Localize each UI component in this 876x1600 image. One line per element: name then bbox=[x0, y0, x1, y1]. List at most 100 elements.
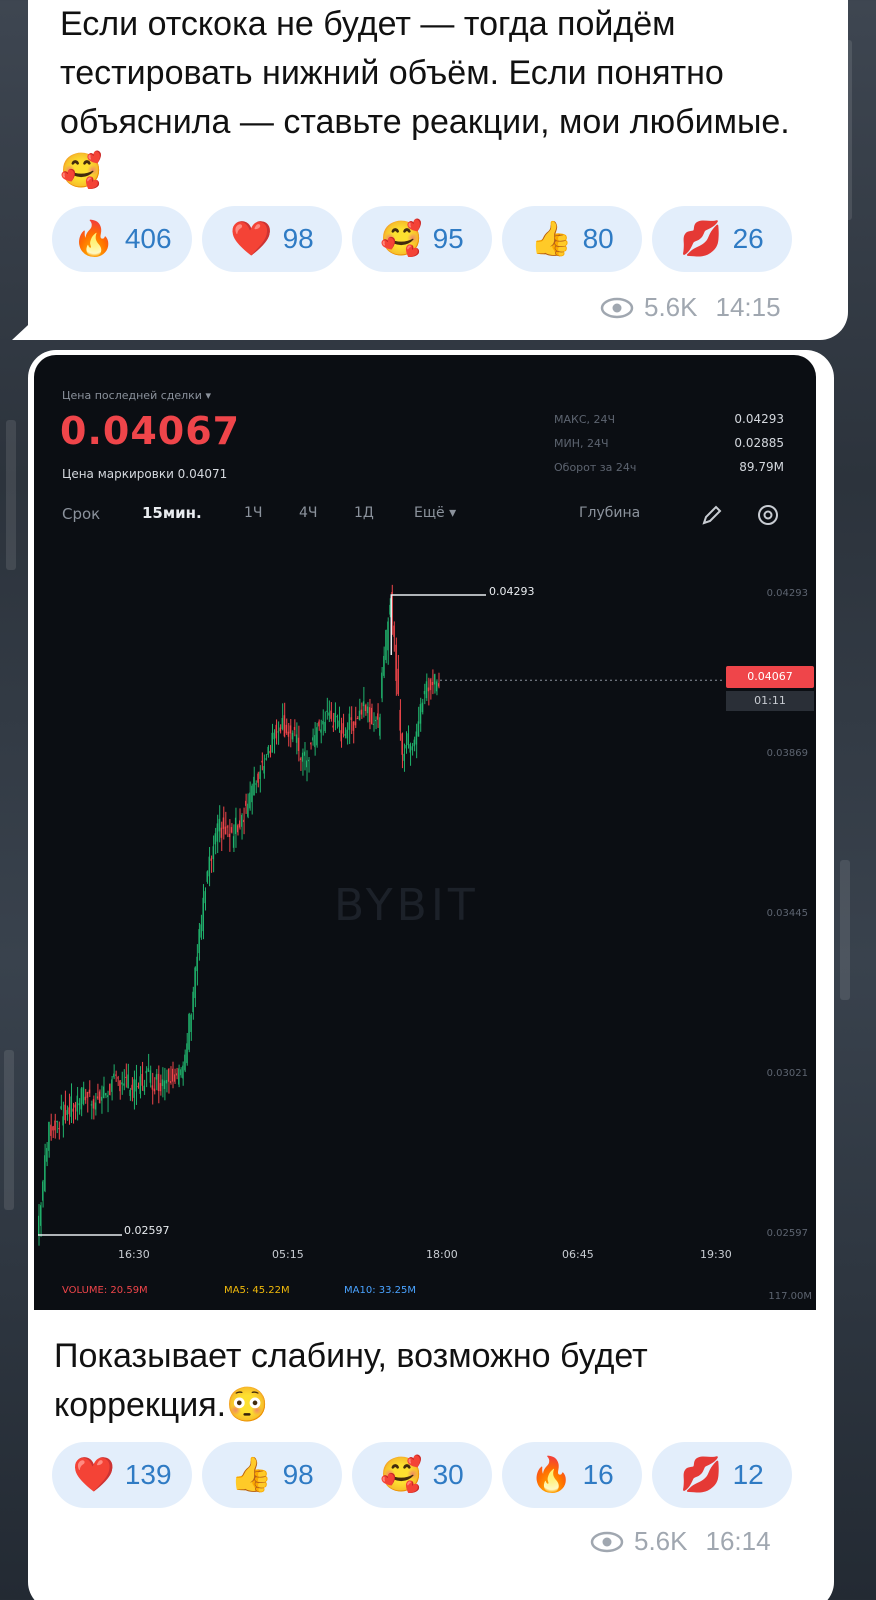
candle-body bbox=[165, 1079, 168, 1084]
candle-body bbox=[253, 776, 255, 796]
candle-body bbox=[70, 1096, 72, 1117]
reaction-fire[interactable]: 🔥 16 bbox=[502, 1442, 642, 1508]
stat-label: МИН, 24Ч bbox=[554, 437, 609, 450]
candle-body bbox=[289, 725, 292, 734]
chart-screenshot[interactable]: Цена последней сделки ▾ 0.04067 Цена мар… bbox=[34, 355, 816, 1310]
candle-body bbox=[119, 1080, 121, 1092]
candle-body bbox=[413, 739, 416, 747]
tab-4h[interactable]: 4Ч bbox=[299, 505, 318, 521]
depth-tab[interactable]: Глубина bbox=[579, 505, 640, 521]
reaction-heart[interactable]: ❤️ 139 bbox=[52, 1442, 192, 1508]
candle-body bbox=[356, 717, 359, 720]
candle-body bbox=[117, 1077, 119, 1079]
candle-body bbox=[100, 1096, 103, 1101]
candle-body bbox=[210, 858, 213, 861]
candle-body bbox=[80, 1088, 83, 1110]
candle-body bbox=[133, 1079, 135, 1098]
fire-icon: 🔥 bbox=[72, 219, 115, 259]
candle-body bbox=[145, 1070, 148, 1074]
candle-body bbox=[411, 746, 414, 751]
pencil-icon[interactable] bbox=[699, 502, 725, 528]
candle-body bbox=[265, 758, 267, 760]
message-2-text: Показывает слабину, возможно будет корре… bbox=[54, 1337, 648, 1424]
candle-body bbox=[68, 1107, 70, 1115]
candle-body bbox=[350, 717, 353, 720]
candle-body bbox=[176, 1073, 178, 1076]
settings-icon[interactable] bbox=[755, 502, 781, 528]
candle-body bbox=[202, 897, 204, 932]
reaction-thumbs-up[interactable]: 👍 80 bbox=[502, 206, 642, 272]
candle-body bbox=[107, 1095, 109, 1098]
candle-body bbox=[338, 720, 340, 727]
heart-icon: ❤️ bbox=[72, 1455, 115, 1495]
candle-body bbox=[415, 731, 418, 745]
candle-body bbox=[161, 1079, 164, 1087]
candle-body bbox=[76, 1095, 79, 1112]
reaction-heart[interactable]: ❤️ 98 bbox=[202, 206, 342, 272]
candle-body bbox=[192, 991, 194, 1013]
candle-body bbox=[129, 1089, 131, 1096]
candle-body bbox=[330, 710, 332, 719]
reaction-thumbs-up[interactable]: 👍 98 bbox=[202, 1442, 342, 1508]
candle-body bbox=[204, 891, 206, 904]
x-tick: 16:30 bbox=[118, 1248, 150, 1261]
candle-body bbox=[115, 1074, 117, 1076]
candle-body bbox=[261, 760, 263, 763]
reaction-fire[interactable]: 🔥 406 bbox=[52, 206, 192, 272]
candle-body bbox=[52, 1126, 54, 1131]
eye-icon bbox=[590, 1531, 624, 1552]
reaction-count: 406 bbox=[124, 223, 172, 254]
reaction-count: 98 bbox=[282, 1459, 314, 1490]
candle-body bbox=[344, 734, 347, 736]
candle-body bbox=[224, 826, 227, 835]
candle-body bbox=[137, 1085, 139, 1088]
background-decor bbox=[4, 1050, 14, 1210]
candle-body bbox=[287, 731, 290, 737]
tab-15min[interactable]: 15мин. bbox=[142, 504, 202, 522]
kiss-icon: 💋 bbox=[680, 1455, 723, 1495]
eye-icon bbox=[600, 297, 634, 318]
candle-body bbox=[368, 707, 371, 722]
y-tick: 0.03869 bbox=[766, 748, 808, 759]
candle-body bbox=[429, 679, 432, 691]
tab-more[interactable]: Ещё ▾ bbox=[414, 505, 456, 521]
candle-body bbox=[308, 759, 310, 762]
candle-body bbox=[320, 729, 322, 733]
view-count: 5.6K bbox=[634, 1526, 688, 1556]
candle-body bbox=[291, 732, 294, 740]
reaction-kiss[interactable]: 💋 12 bbox=[652, 1442, 792, 1508]
tab-1h[interactable]: 1Ч bbox=[244, 505, 263, 521]
candle-body bbox=[381, 672, 383, 699]
candle-body bbox=[200, 924, 202, 938]
candle-body bbox=[198, 929, 200, 954]
tab-1d[interactable]: 1Д bbox=[354, 505, 374, 521]
candle-body bbox=[241, 815, 243, 827]
candle-body bbox=[245, 800, 247, 806]
candle-body bbox=[109, 1083, 111, 1096]
candle-body bbox=[212, 846, 215, 860]
candle-body bbox=[318, 721, 320, 727]
candle-body bbox=[354, 721, 357, 726]
candle-body bbox=[157, 1073, 160, 1091]
reaction-smiling-hearts[interactable]: 🥰 30 bbox=[352, 1442, 492, 1508]
candle-body bbox=[389, 604, 391, 615]
reaction-kiss[interactable]: 💋 26 bbox=[652, 206, 792, 272]
background-decor bbox=[6, 420, 16, 570]
candle-body bbox=[172, 1068, 174, 1082]
candle-body bbox=[249, 792, 251, 809]
candle-body bbox=[346, 729, 349, 739]
candle-body bbox=[334, 712, 336, 723]
kiss-icon: 💋 bbox=[680, 219, 723, 259]
candle-body bbox=[169, 1081, 172, 1083]
countdown-tag: 01:11 bbox=[726, 691, 814, 711]
candle-body bbox=[433, 674, 436, 685]
candle-body bbox=[82, 1087, 85, 1104]
high-marker-line bbox=[390, 594, 486, 655]
candle-body bbox=[370, 707, 373, 725]
x-tick: 05:15 bbox=[272, 1248, 304, 1261]
candle-body bbox=[340, 730, 342, 742]
candle-body bbox=[127, 1074, 129, 1089]
candle-body bbox=[257, 773, 259, 783]
candle-body bbox=[56, 1120, 58, 1123]
reaction-smiling-hearts[interactable]: 🥰 95 bbox=[352, 206, 492, 272]
